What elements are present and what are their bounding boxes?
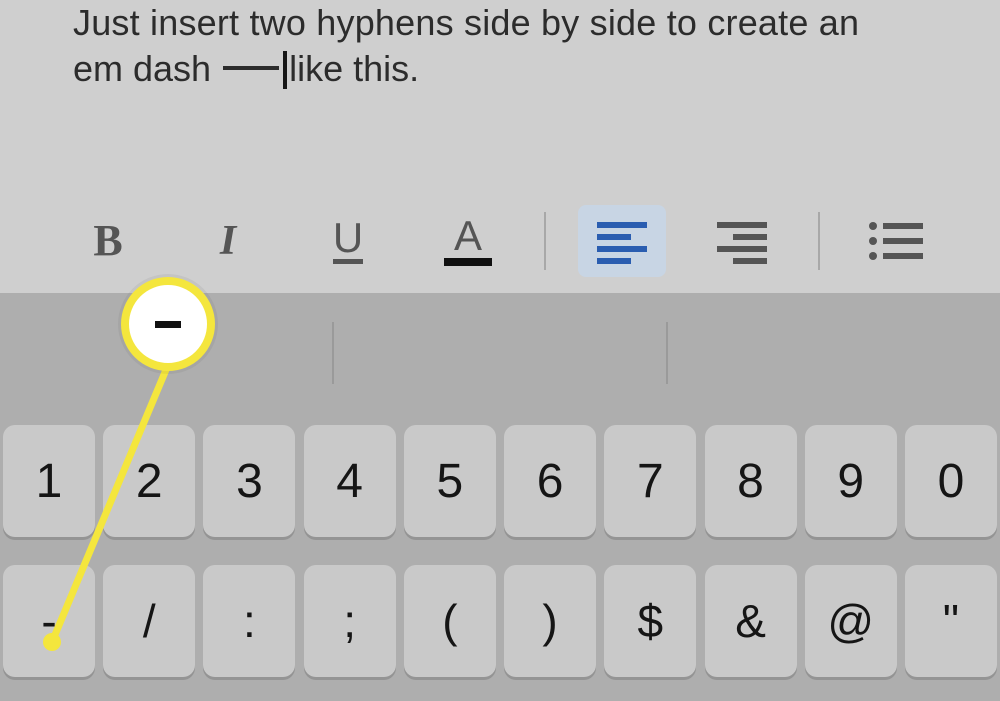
key-quote[interactable]: " [905, 565, 997, 677]
key-lparen[interactable]: ( [404, 565, 496, 677]
key-8[interactable]: 8 [705, 425, 797, 537]
key-rparen[interactable]: ) [504, 565, 596, 677]
key-at[interactable]: @ [805, 565, 897, 677]
text-after-caret: like this. [289, 48, 419, 89]
key-9[interactable]: 9 [805, 425, 897, 537]
format-toolbar: B I U A [0, 188, 1000, 293]
suggestion-slot-3[interactable] [668, 293, 1000, 413]
italic-button[interactable]: I [184, 205, 272, 277]
key-semicolon[interactable]: ; [304, 565, 396, 677]
toolbar-divider [818, 212, 820, 270]
italic-icon: I [220, 217, 236, 265]
text-caret [283, 51, 287, 89]
callout-bubble [121, 277, 215, 371]
align-left-button[interactable] [578, 205, 666, 277]
bullet-list-icon [869, 222, 923, 260]
hyphen-icon [155, 321, 181, 328]
align-left-icon [597, 221, 647, 261]
align-right-button[interactable] [698, 205, 786, 277]
key-ampersand[interactable]: & [705, 565, 797, 677]
keyboard-row-2: - / : ; ( ) $ & @ " [2, 565, 998, 677]
underline-button[interactable]: U [304, 205, 392, 277]
text-color-button[interactable]: A [424, 205, 512, 277]
key-3[interactable]: 3 [203, 425, 295, 537]
text-color-icon: A [444, 216, 492, 266]
toolbar-divider [544, 212, 546, 270]
underline-icon: U [333, 217, 363, 264]
document-area[interactable]: Just insert two hyphens side by side to … [0, 0, 1000, 293]
text-before-caret: em dash [73, 48, 221, 89]
key-hyphen[interactable]: - [3, 565, 95, 677]
key-0[interactable]: 0 [905, 425, 997, 537]
on-screen-keyboard: 1 2 3 4 5 6 7 8 9 0 - / : ; ( ) $ & @ " [0, 413, 1000, 701]
key-2[interactable]: 2 [103, 425, 195, 537]
key-7[interactable]: 7 [604, 425, 696, 537]
bold-button[interactable]: B [64, 205, 152, 277]
document-line-1: Just insert two hyphens side by side to … [73, 0, 859, 46]
key-6[interactable]: 6 [504, 425, 596, 537]
keyboard-row-1: 1 2 3 4 5 6 7 8 9 0 [2, 425, 998, 537]
bold-icon: B [93, 215, 122, 266]
document-line-2: em dash like this. [73, 46, 419, 92]
key-4[interactable]: 4 [304, 425, 396, 537]
key-5[interactable]: 5 [404, 425, 496, 537]
bullet-list-button[interactable] [852, 205, 940, 277]
align-right-icon [717, 221, 767, 261]
key-dollar[interactable]: $ [604, 565, 696, 677]
suggestion-slot-2[interactable] [334, 293, 666, 413]
key-1[interactable]: 1 [3, 425, 95, 537]
key-colon[interactable]: : [203, 565, 295, 677]
key-slash[interactable]: / [103, 565, 195, 677]
em-dash-glyph [223, 66, 279, 70]
